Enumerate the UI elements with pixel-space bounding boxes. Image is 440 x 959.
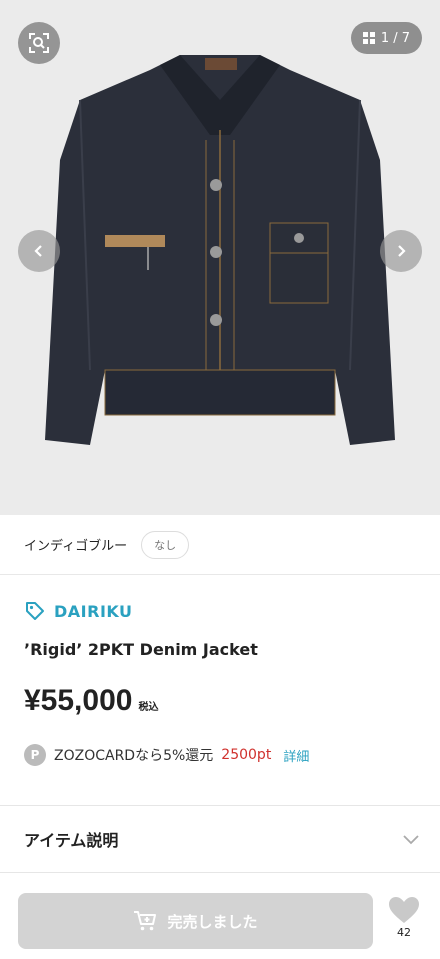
image-counter[interactable]: 1 / 7 <box>350 22 422 54</box>
brand-link[interactable]: DAIRIKU <box>24 600 133 622</box>
brand-name: DAIRIKU <box>54 601 133 621</box>
image-search-button[interactable] <box>18 22 60 64</box>
points-value: 2500pt <box>221 747 272 763</box>
size-stock-pill[interactable]: なし <box>141 530 190 559</box>
points-icon: P <box>24 744 46 766</box>
previous-image-button[interactable] <box>18 230 60 272</box>
item-description-title: アイテム説明 <box>24 831 119 850</box>
bottom-action-bar: 完売しました 42 <box>0 880 440 959</box>
color-variant-row[interactable]: インディゴブルー なし <box>0 515 440 575</box>
price-row: ¥55,000 税込 <box>24 684 158 718</box>
product-image <box>45 55 395 445</box>
cart-icon <box>134 911 157 931</box>
chevron-down-icon <box>403 835 419 845</box>
chevron-right-icon <box>398 245 406 257</box>
image-search-icon <box>29 33 49 53</box>
image-counter-text: 1 / 7 <box>380 30 410 46</box>
chevron-left-icon <box>34 245 42 257</box>
heart-icon <box>389 897 419 923</box>
points-row: P ZOZOCARDなら5%還元 2500pt 詳細 <box>24 744 309 766</box>
product-image-gallery[interactable]: 1 / 7 <box>0 0 440 515</box>
tag-icon <box>26 602 44 620</box>
product-title: ’Rigid’ 2PKT Denim Jacket <box>24 640 258 659</box>
item-description-accordion[interactable]: アイテム説明 <box>0 806 440 872</box>
color-name: インディゴブルー <box>24 539 128 554</box>
sold-out-label: 完売しました <box>167 912 258 931</box>
favorite-button[interactable]: 42 <box>386 896 422 939</box>
divider <box>0 872 440 873</box>
tax-label: 税込 <box>138 702 159 713</box>
points-text: ZOZOCARDなら5%還元 <box>54 748 214 764</box>
next-image-button[interactable] <box>380 230 422 272</box>
points-detail-link[interactable]: 詳細 <box>283 746 309 765</box>
sold-out-button[interactable]: 完売しました <box>18 893 373 949</box>
grid-icon <box>362 32 375 44</box>
price: ¥55,000 <box>24 684 133 717</box>
favorite-count: 42 <box>397 926 411 939</box>
